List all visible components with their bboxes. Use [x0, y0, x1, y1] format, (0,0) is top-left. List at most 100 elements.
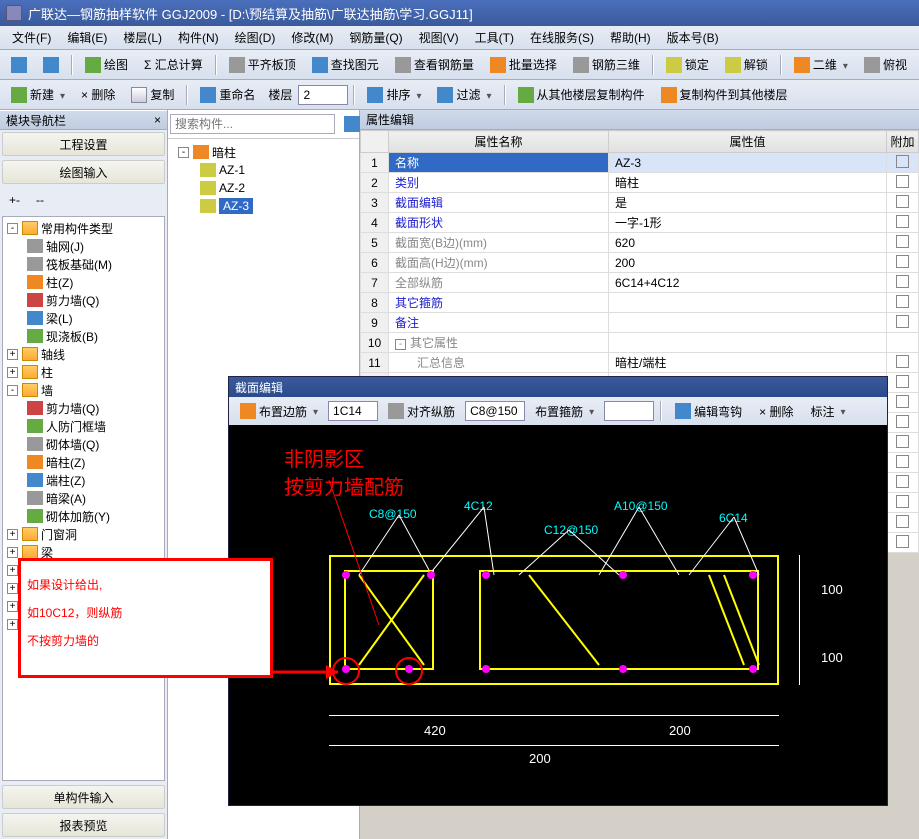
- tree-masonry-rebar[interactable]: 砌体加筋(Y): [5, 507, 162, 525]
- comp-az3[interactable]: AZ-3: [172, 197, 355, 215]
- checkbox[interactable]: [896, 215, 909, 228]
- tree-column[interactable]: 柱(Z): [5, 273, 162, 291]
- menu-rebar[interactable]: 钢筋量(Q): [341, 26, 410, 49]
- tree-collapse-button[interactable]: --: [29, 188, 51, 212]
- hook-button[interactable]: 编辑弯钩: [668, 399, 749, 423]
- delete-button[interactable]: × 删除: [74, 83, 122, 107]
- prop-row-height[interactable]: 6截面高(H边)(mm)200: [361, 253, 919, 273]
- find-button[interactable]: 查找图元: [305, 53, 386, 77]
- tree-axis[interactable]: +轴线: [5, 345, 162, 363]
- checkbox[interactable]: [896, 415, 909, 428]
- nav-single-input[interactable]: 单构件输入: [2, 785, 165, 809]
- comp-az2[interactable]: AZ-2: [172, 179, 355, 197]
- tree-beam[interactable]: 梁(L): [5, 309, 162, 327]
- rename-button[interactable]: 重命名: [193, 83, 262, 107]
- checkbox[interactable]: [896, 195, 909, 208]
- draw-button[interactable]: 绘图: [78, 53, 135, 77]
- prop-row-all-rebar[interactable]: 7全部纵筋6C14+4C12: [361, 273, 919, 293]
- copyfrom-button[interactable]: 从其他楼层复制构件: [511, 83, 652, 107]
- checkbox[interactable]: [896, 355, 909, 368]
- tree-expand-button[interactable]: +-: [2, 188, 27, 212]
- comp-root[interactable]: -暗柱: [172, 143, 355, 161]
- filter-button[interactable]: 过滤: [430, 83, 498, 107]
- copy-button[interactable]: 复制: [124, 83, 181, 107]
- checkbox[interactable]: [896, 155, 909, 168]
- checkbox[interactable]: [896, 375, 909, 388]
- edge-value-input[interactable]: [328, 401, 378, 421]
- undo-button[interactable]: [4, 53, 34, 77]
- rebar3d-button[interactable]: 钢筋三维: [566, 53, 647, 77]
- prop-row-category[interactable]: 2类别暗柱: [361, 173, 919, 193]
- checkbox[interactable]: [896, 175, 909, 188]
- menu-modify[interactable]: 修改(M): [283, 26, 341, 49]
- menu-view[interactable]: 视图(V): [411, 26, 467, 49]
- copyto-button[interactable]: 复制构件到其他楼层: [654, 83, 795, 107]
- prop-row-summary[interactable]: 11汇总信息暗柱/端柱: [361, 353, 919, 373]
- tree-wall-shear[interactable]: 剪力墙(Q): [5, 399, 162, 417]
- menu-edit[interactable]: 编辑(E): [59, 26, 115, 49]
- menu-tools[interactable]: 工具(T): [467, 26, 522, 49]
- stirrup-select[interactable]: [604, 401, 654, 421]
- checkbox[interactable]: [896, 435, 909, 448]
- tree-shearwall[interactable]: 剪力墙(Q): [5, 291, 162, 309]
- edge-rebar-button[interactable]: 布置边筋: [233, 399, 325, 423]
- prop-row-section-shape[interactable]: 4截面形状一字-1形: [361, 213, 919, 233]
- bird-button[interactable]: 俯视: [857, 53, 914, 77]
- checkbox[interactable]: [896, 515, 909, 528]
- tree-hidden-beam[interactable]: 暗梁(A): [5, 489, 162, 507]
- search-input[interactable]: [170, 114, 335, 134]
- tree-end-col[interactable]: 端柱(Z): [5, 471, 162, 489]
- menu-help[interactable]: 帮助(H): [602, 26, 659, 49]
- prop-row-name[interactable]: 1名称AZ-3: [361, 153, 919, 173]
- checkbox[interactable]: [896, 535, 909, 548]
- nav-engineering-settings[interactable]: 工程设置: [2, 132, 165, 156]
- tree-wall-masonry[interactable]: 砌体墙(Q): [5, 435, 162, 453]
- menu-component[interactable]: 构件(N): [170, 26, 227, 49]
- prop-row-other-props[interactable]: 10-其它属性: [361, 333, 919, 353]
- view3d-button[interactable]: 二维: [787, 53, 855, 77]
- floor-select[interactable]: 2: [298, 85, 348, 105]
- checkbox[interactable]: [896, 275, 909, 288]
- checkbox[interactable]: [896, 295, 909, 308]
- tree-raft[interactable]: 筏板基础(M): [5, 255, 162, 273]
- tree-hidden-col[interactable]: 暗柱(Z): [5, 453, 162, 471]
- mark-button[interactable]: 标注: [803, 399, 852, 423]
- prop-row-other-stirrup[interactable]: 8其它箍筋: [361, 293, 919, 313]
- delete-section-button[interactable]: × 删除: [752, 399, 800, 423]
- stirrup-value-input[interactable]: [465, 401, 525, 421]
- stirrup-button[interactable]: 布置箍筋: [528, 399, 601, 423]
- summary-button[interactable]: Σ 汇总计算: [137, 53, 210, 77]
- lock-button[interactable]: 锁定: [659, 53, 716, 77]
- align-button[interactable]: 对齐纵筋: [381, 399, 462, 423]
- section-titlebar[interactable]: 截面编辑: [229, 377, 887, 397]
- sort-button[interactable]: 排序: [360, 83, 428, 107]
- prop-row-remark[interactable]: 9备注: [361, 313, 919, 333]
- checkbox[interactable]: [896, 475, 909, 488]
- section-canvas[interactable]: 非阴影区 按剪力墙配筋 C8@150 4C12 C12@150 A10@150 …: [229, 425, 887, 805]
- tree-axis-grid[interactable]: 轴网(J): [5, 237, 162, 255]
- tree-col-cat[interactable]: +柱: [5, 363, 162, 381]
- checkbox[interactable]: [896, 235, 909, 248]
- menu-version[interactable]: 版本号(B): [659, 26, 727, 49]
- checkbox[interactable]: [896, 495, 909, 508]
- menu-draw[interactable]: 绘图(D): [227, 26, 284, 49]
- prop-row-section-edit[interactable]: 3截面编辑是: [361, 193, 919, 213]
- nav-draw-input[interactable]: 绘图输入: [2, 160, 165, 184]
- nav-report-preview[interactable]: 报表预览: [2, 813, 165, 837]
- checkbox[interactable]: [896, 255, 909, 268]
- menu-online[interactable]: 在线服务(S): [522, 26, 602, 49]
- unlock-button[interactable]: 解锁: [718, 53, 775, 77]
- prop-row-width[interactable]: 5截面宽(B边)(mm)620: [361, 233, 919, 253]
- qty-button[interactable]: 查看钢筋量: [388, 53, 481, 77]
- redo-button[interactable]: [36, 53, 66, 77]
- tree-slab[interactable]: 现浇板(B): [5, 327, 162, 345]
- tree-door-opening[interactable]: +门窗洞: [5, 525, 162, 543]
- tree-root[interactable]: -常用构件类型: [5, 219, 162, 237]
- new-button[interactable]: 新建: [4, 83, 72, 107]
- checkbox[interactable]: [896, 315, 909, 328]
- tree-wall-cat[interactable]: -墙: [5, 381, 162, 399]
- close-icon[interactable]: ×: [154, 113, 161, 127]
- comp-az1[interactable]: AZ-1: [172, 161, 355, 179]
- menu-floor[interactable]: 楼层(L): [115, 26, 170, 49]
- menu-file[interactable]: 文件(F): [4, 26, 59, 49]
